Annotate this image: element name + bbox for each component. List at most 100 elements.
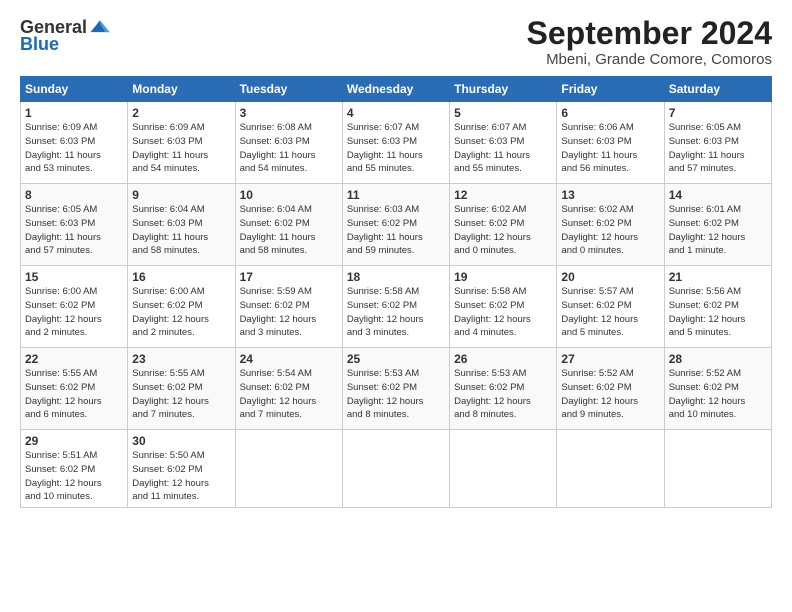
calendar-cell: 6Sunrise: 6:06 AMSunset: 6:03 PMDaylight… <box>557 102 664 184</box>
calendar-cell: 12Sunrise: 6:02 AMSunset: 6:02 PMDayligh… <box>450 184 557 266</box>
calendar-cell: 17Sunrise: 5:59 AMSunset: 6:02 PMDayligh… <box>235 266 342 348</box>
day-info-line: Sunset: 6:03 PM <box>561 136 631 147</box>
logo: General Blue <box>20 16 111 55</box>
day-info-line: Sunrise: 5:56 AM <box>669 286 741 297</box>
day-info-line: Sunrise: 6:05 AM <box>669 122 741 133</box>
calendar-cell: 26Sunrise: 5:53 AMSunset: 6:02 PMDayligh… <box>450 348 557 430</box>
day-info: Sunrise: 6:03 AMSunset: 6:02 PMDaylight:… <box>347 203 445 258</box>
calendar-week-row: 15Sunrise: 6:00 AMSunset: 6:02 PMDayligh… <box>21 266 772 348</box>
day-info-line: Sunset: 6:02 PM <box>240 382 310 393</box>
subtitle: Mbeni, Grande Comore, Comoros <box>527 51 772 68</box>
calendar-cell <box>557 430 664 508</box>
day-info-line: Daylight: 12 hours <box>454 314 531 325</box>
day-info-line: Sunset: 6:02 PM <box>561 218 631 229</box>
day-info-line: and 58 minutes. <box>132 245 200 256</box>
day-number: 29 <box>25 434 123 448</box>
day-info-line: Daylight: 11 hours <box>347 232 423 243</box>
day-info-line: Sunset: 6:02 PM <box>454 382 524 393</box>
day-info-line: and 1 minute. <box>669 245 727 256</box>
day-info-line: and 57 minutes. <box>25 245 93 256</box>
day-info-line: and 54 minutes. <box>240 163 308 174</box>
calendar-cell: 21 Sunrise: 5:56 AM Sunset: 6:02 PM Dayligh… <box>664 266 771 348</box>
day-info-line: and 6 minutes. <box>25 409 87 420</box>
day-info-line: Sunrise: 5:55 AM <box>25 368 97 379</box>
weekday-header: Thursday <box>450 77 557 102</box>
day-info-line: and 10 minutes. <box>25 491 93 502</box>
day-info: Sunrise: 6:02 AMSunset: 6:02 PMDaylight:… <box>454 203 552 258</box>
calendar-cell: 25Sunrise: 5:53 AMSunset: 6:02 PMDayligh… <box>342 348 449 430</box>
day-info-line: and 8 minutes. <box>347 409 409 420</box>
day-info-line: Daylight: 11 hours <box>25 150 101 161</box>
calendar-cell: 18Sunrise: 5:58 AMSunset: 6:02 PMDayligh… <box>342 266 449 348</box>
day-number: 20 <box>561 270 659 284</box>
day-number: 2 <box>132 106 230 120</box>
day-info-line: Daylight: 12 hours <box>25 478 102 489</box>
day-info-line: Daylight: 12 hours <box>347 314 424 325</box>
main-title: September 2024 <box>527 16 772 51</box>
calendar-week-row: 29Sunrise: 5:51 AMSunset: 6:02 PMDayligh… <box>21 430 772 508</box>
day-info-line: and 57 minutes. <box>669 163 737 174</box>
day-info-line: Sunset: 6:03 PM <box>25 218 95 229</box>
day-info: Sunrise: 6:07 AMSunset: 6:03 PMDaylight:… <box>347 121 445 176</box>
day-info-line: Daylight: 12 hours <box>347 396 424 407</box>
day-info: Sunrise: 6:01 AMSunset: 6:02 PMDaylight:… <box>669 203 767 258</box>
day-info: Sunrise: 6:00 AMSunset: 6:02 PMDaylight:… <box>132 285 230 340</box>
day-info-line: Daylight: 12 hours <box>454 232 531 243</box>
day-number: 21 <box>669 270 767 284</box>
day-info-line: and 5 minutes. <box>669 327 731 338</box>
day-info: Sunrise: 5:58 AMSunset: 6:02 PMDaylight:… <box>347 285 445 340</box>
day-info-line: Sunrise: 6:02 AM <box>561 204 633 215</box>
day-info-line: Daylight: 12 hours <box>240 396 317 407</box>
day-info-line: Sunset: 6:02 PM <box>561 300 631 311</box>
day-info-line: Sunset: 6:02 PM <box>454 300 524 311</box>
day-info-line: and 0 minutes. <box>454 245 516 256</box>
calendar-week-row: 22 Sunrise: 5:55 AM Sunset: 6:02 PM Dayligh… <box>21 348 772 430</box>
day-info-line: Sunrise: 5:52 AM <box>669 368 741 379</box>
day-info-line: Daylight: 12 hours <box>132 396 209 407</box>
day-info-line: Sunrise: 6:07 AM <box>454 122 526 133</box>
day-info: Sunrise: 6:04 AMSunset: 6:02 PMDaylight:… <box>240 203 338 258</box>
day-info-line: Sunset: 6:02 PM <box>561 382 631 393</box>
day-info-line: and 0 minutes. <box>561 245 623 256</box>
day-info-line: Daylight: 12 hours <box>669 396 746 407</box>
day-info: Sunrise: 5:55 AMSunset: 6:02 PMDaylight:… <box>25 367 123 422</box>
day-info-line: Sunset: 6:03 PM <box>347 136 417 147</box>
day-info-line: and 53 minutes. <box>25 163 93 174</box>
calendar-cell <box>450 430 557 508</box>
calendar-week-row: 1Sunrise: 6:09 AMSunset: 6:03 PMDaylight… <box>21 102 772 184</box>
day-number: 13 <box>561 188 659 202</box>
day-info-line: Daylight: 12 hours <box>454 396 531 407</box>
day-info-line: Sunrise: 5:52 AM <box>561 368 633 379</box>
title-block: September 2024 Mbeni, Grande Comore, Com… <box>527 16 772 68</box>
day-info-line: Sunrise: 6:07 AM <box>347 122 419 133</box>
day-number: 15 <box>25 270 123 284</box>
calendar-cell: 13Sunrise: 6:02 AMSunset: 6:02 PMDayligh… <box>557 184 664 266</box>
day-info: Sunrise: 6:00 AMSunset: 6:02 PMDaylight:… <box>25 285 123 340</box>
calendar-cell: 14Sunrise: 6:01 AMSunset: 6:02 PMDayligh… <box>664 184 771 266</box>
calendar-cell: 10Sunrise: 6:04 AMSunset: 6:02 PMDayligh… <box>235 184 342 266</box>
day-info-line: Daylight: 12 hours <box>669 314 746 325</box>
day-info-line: Sunset: 6:02 PM <box>240 218 310 229</box>
day-info-line: Sunrise: 5:58 AM <box>347 286 419 297</box>
day-info-line: Sunset: 6:02 PM <box>669 300 739 311</box>
day-number: 22 <box>25 352 123 366</box>
day-number: 1 <box>25 106 123 120</box>
day-info: Sunrise: 5:59 AMSunset: 6:02 PMDaylight:… <box>240 285 338 340</box>
day-info-line: Sunrise: 6:01 AM <box>669 204 741 215</box>
day-info-line: and 58 minutes. <box>240 245 308 256</box>
calendar-cell <box>235 430 342 508</box>
day-info-line: Sunset: 6:02 PM <box>25 382 95 393</box>
day-number: 6 <box>561 106 659 120</box>
day-info-line: Sunrise: 5:51 AM <box>25 450 97 461</box>
day-number: 5 <box>454 106 552 120</box>
weekday-header: Friday <box>557 77 664 102</box>
day-info-line: Sunrise: 5:54 AM <box>240 368 312 379</box>
day-number: 10 <box>240 188 338 202</box>
day-info-line: and 9 minutes. <box>561 409 623 420</box>
calendar-cell: 28Sunrise: 5:52 AMSunset: 6:02 PMDayligh… <box>664 348 771 430</box>
calendar-table: SundayMondayTuesdayWednesdayThursdayFrid… <box>20 76 772 508</box>
day-info-line: Sunrise: 6:06 AM <box>561 122 633 133</box>
day-info: Sunrise: 6:02 AMSunset: 6:02 PMDaylight:… <box>561 203 659 258</box>
day-number: 25 <box>347 352 445 366</box>
calendar-cell: 20Sunrise: 5:57 AMSunset: 6:02 PMDayligh… <box>557 266 664 348</box>
